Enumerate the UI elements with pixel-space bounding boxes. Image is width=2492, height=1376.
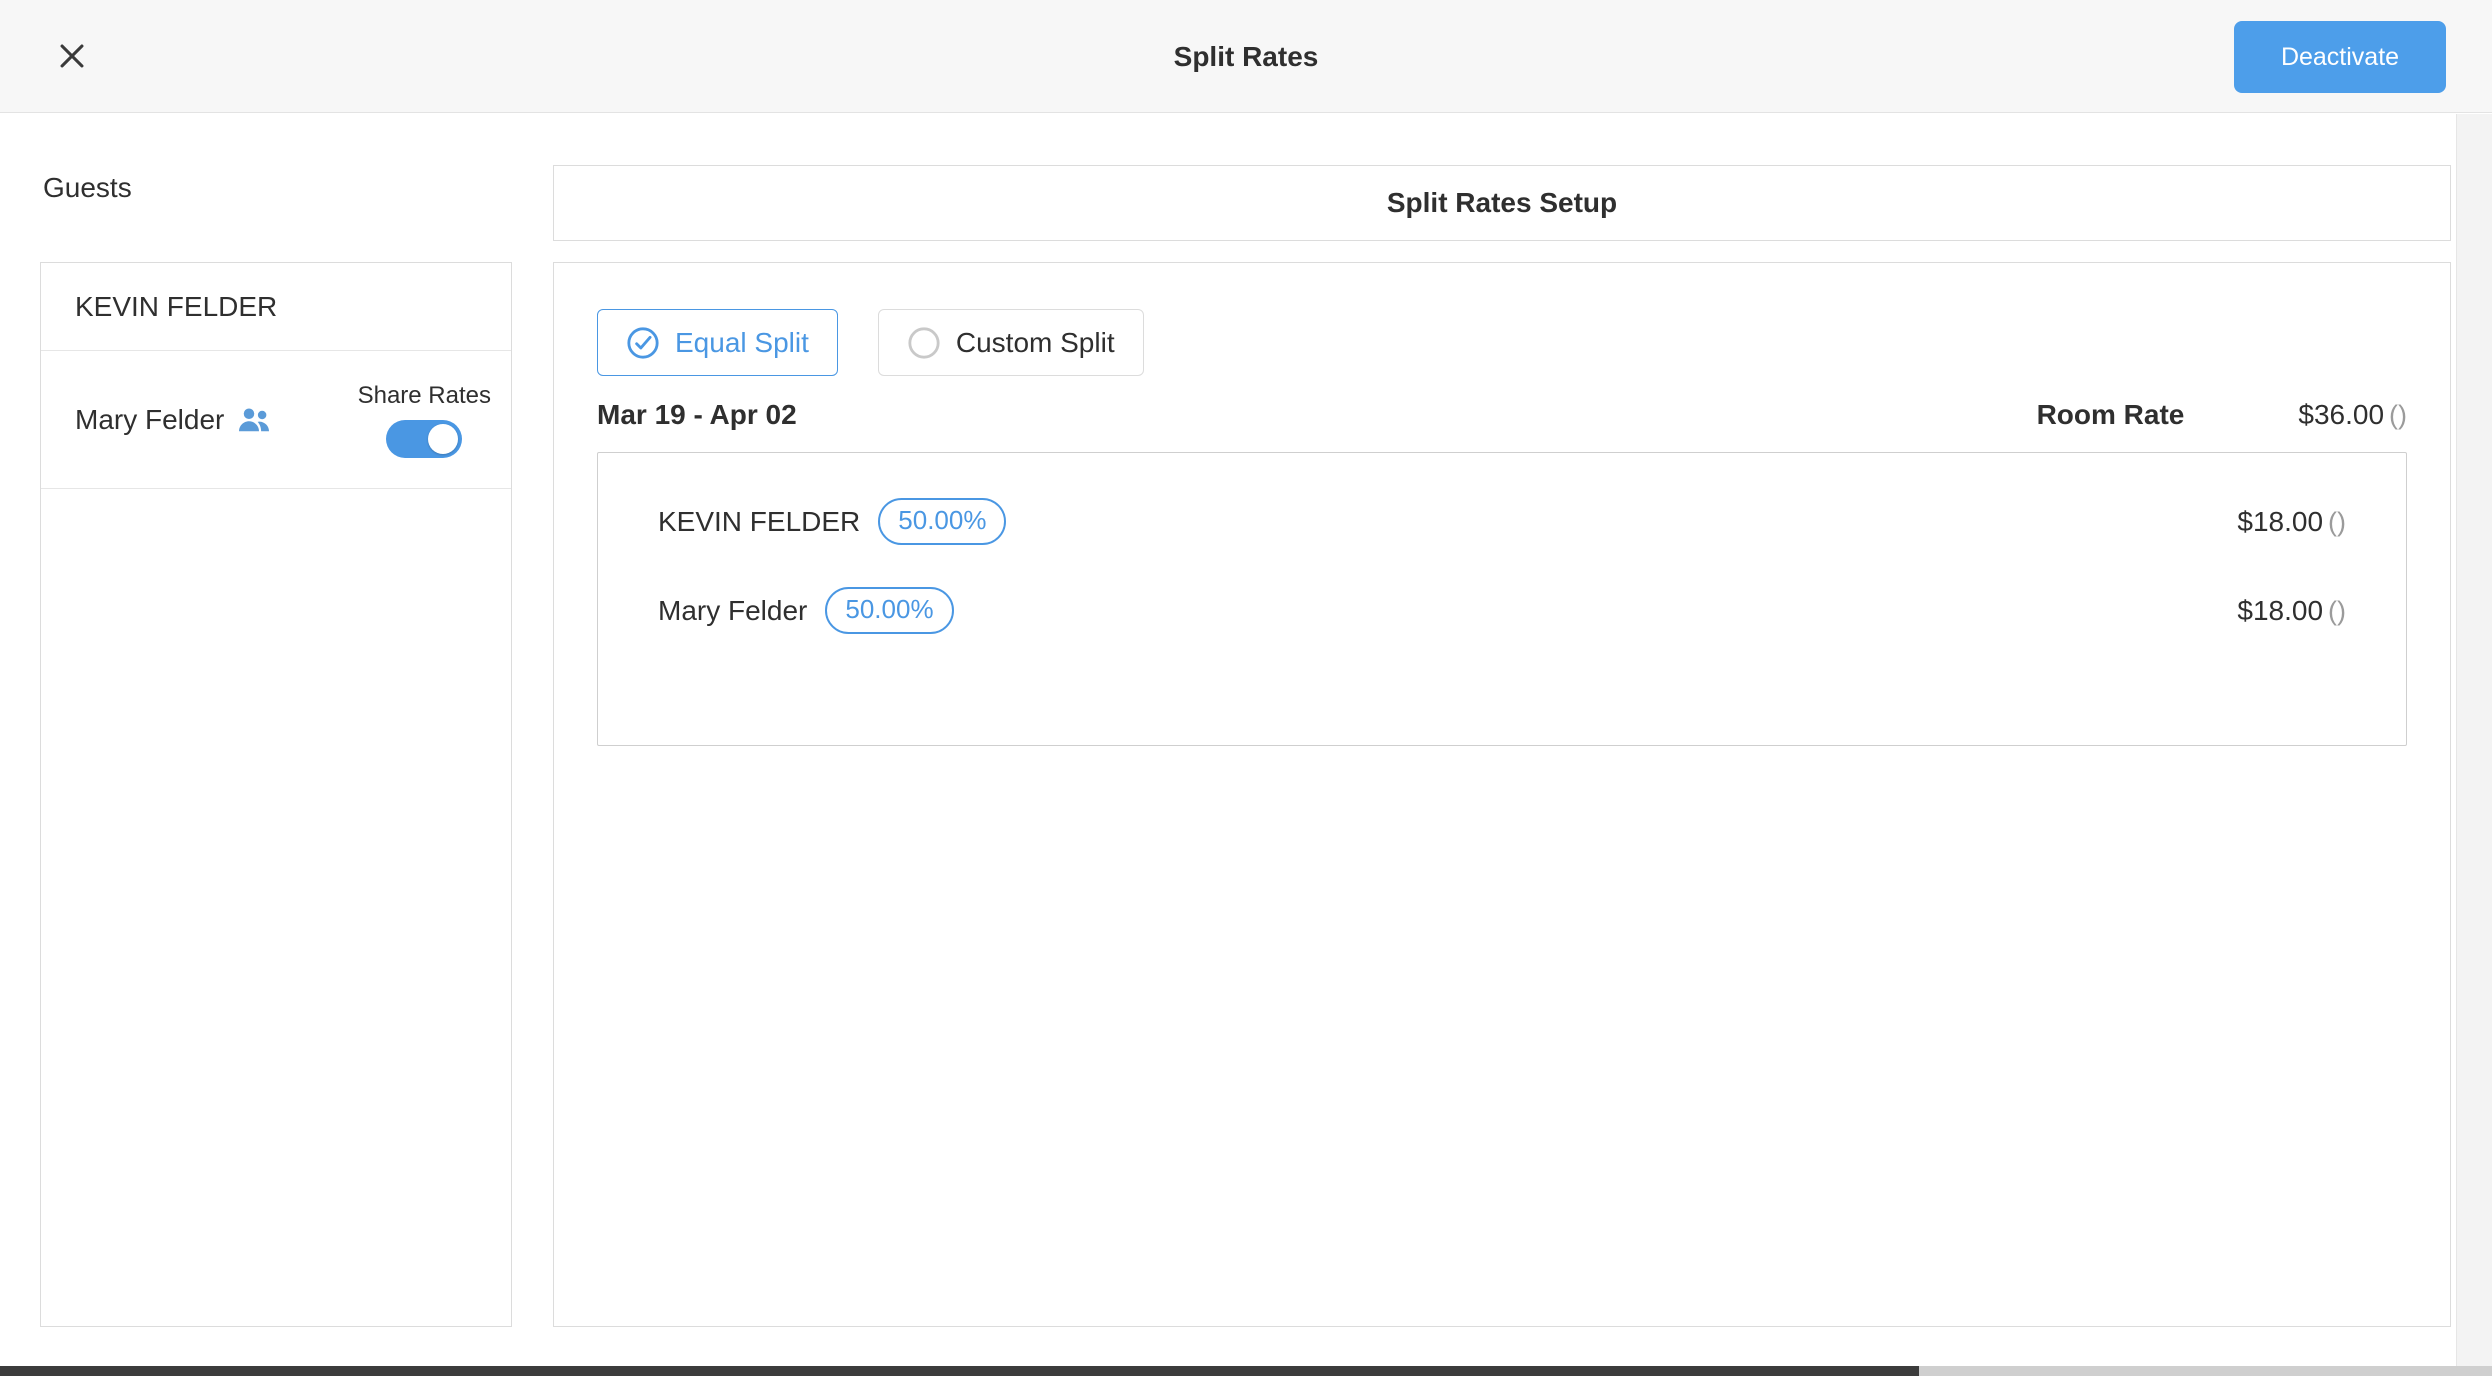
split-amount-suffix: (): [2328, 596, 2346, 626]
bottom-edge-dark: [0, 1366, 1919, 1376]
shared-guests-icon: [236, 405, 272, 435]
split-setup-panel: Equal Split Custom Split Mar 19 - Apr 02…: [553, 262, 2451, 1327]
shared-guest-name: Mary Felder: [75, 404, 224, 436]
radio-circle-icon: [907, 326, 941, 360]
share-rates-label: Share Rates: [358, 382, 491, 410]
guest-row-shared[interactable]: Mary Felder Share Rates: [41, 351, 511, 489]
share-rates-control: Share Rates: [358, 382, 491, 458]
guest-splits-box: KEVIN FELDER 50.00% $18.00() Mary Felder…: [597, 452, 2407, 746]
primary-guest-name: KEVIN FELDER: [75, 291, 277, 323]
equal-split-label: Equal Split: [675, 327, 809, 359]
close-icon: [55, 39, 89, 73]
page-title: Split Rates: [0, 0, 2492, 113]
rate-period-row: Mar 19 - Apr 02 Room Rate $36.00(): [597, 392, 2407, 438]
guest-list-panel: KEVIN FELDER Mary Felder Share Rates: [40, 262, 512, 1327]
share-rates-toggle[interactable]: [386, 420, 462, 458]
split-percent-pill[interactable]: 50.00%: [825, 587, 953, 634]
toggle-knob: [428, 424, 458, 454]
room-rate-suffix: (): [2389, 400, 2407, 430]
split-amount: $18.00(): [2237, 506, 2346, 538]
split-amount: $18.00(): [2237, 595, 2346, 627]
split-percent-pill[interactable]: 50.00%: [878, 498, 1006, 545]
date-range: Mar 19 - Apr 02: [597, 399, 797, 431]
equal-split-option[interactable]: Equal Split: [597, 309, 838, 376]
split-row-mary: Mary Felder 50.00% $18.00(): [658, 566, 2346, 655]
split-mode-options: Equal Split Custom Split: [597, 309, 2407, 376]
split-amount-value: $18.00: [2237, 506, 2323, 537]
deactivate-button[interactable]: Deactivate: [2234, 21, 2446, 93]
setup-title: Split Rates Setup: [1387, 187, 1617, 219]
scrollbar-track[interactable]: [2456, 114, 2492, 1366]
split-row-kevin: KEVIN FELDER 50.00% $18.00(): [658, 477, 2346, 566]
room-rate-value: $36.00: [2298, 399, 2384, 430]
split-amount-value: $18.00: [2237, 595, 2323, 626]
shared-guest-identity: Mary Felder: [75, 404, 272, 436]
setup-title-bar: Split Rates Setup: [553, 165, 2451, 241]
room-rate-summary: Room Rate $36.00(): [2037, 399, 2407, 431]
room-rate-label: Room Rate: [2037, 399, 2185, 431]
split-amount-suffix: (): [2328, 507, 2346, 537]
close-button[interactable]: [44, 28, 100, 84]
guest-row-primary[interactable]: KEVIN FELDER: [41, 263, 511, 351]
bottom-edge-light: [1919, 1366, 2492, 1376]
custom-split-option[interactable]: Custom Split: [878, 309, 1144, 376]
room-rate-amount: $36.00(): [2298, 399, 2407, 431]
bottom-edge: [0, 1366, 2492, 1376]
guests-section-label: Guests: [43, 172, 132, 204]
split-guest-name: KEVIN FELDER: [658, 506, 860, 538]
split-guest-name: Mary Felder: [658, 595, 807, 627]
check-circle-icon: [626, 326, 660, 360]
custom-split-label: Custom Split: [956, 327, 1115, 359]
modal-header: Split Rates Deactivate: [0, 0, 2492, 113]
